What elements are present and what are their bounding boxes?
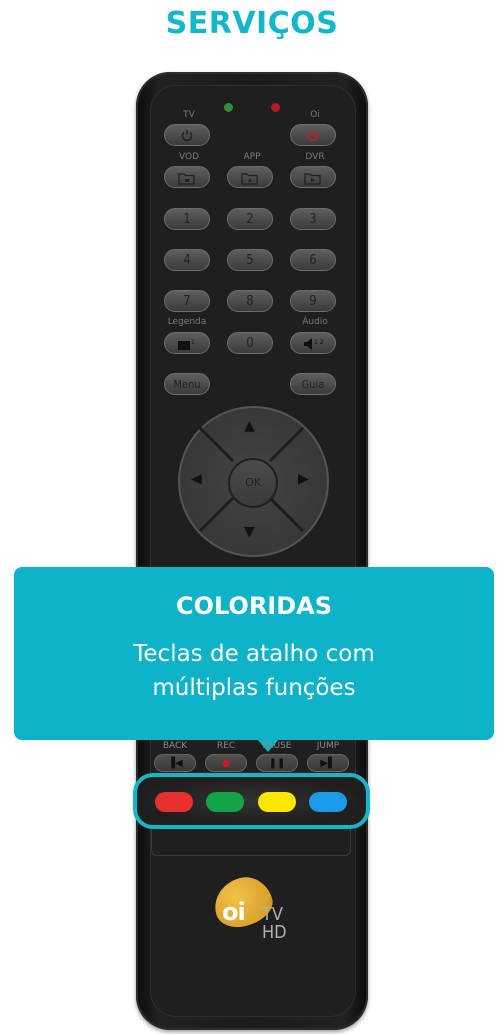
key-3[interactable]: 3 [290,208,336,230]
power-icon [181,130,193,142]
page-title: SERVIÇOS [165,6,339,41]
guia-button[interactable]: Guia [290,373,336,395]
key-8[interactable]: 8 [227,290,273,312]
ok-button[interactable]: OK [228,458,278,508]
key-7[interactable]: 7 [164,290,210,312]
vod-button[interactable] [164,166,210,188]
audio-button[interactable]: 1 2 [290,332,336,354]
svg-text:1 2: 1 2 [191,339,197,346]
folder-icon [178,173,195,185]
dvr-label: DVR [305,152,325,162]
arrow-up-button[interactable]: ▲ [244,418,255,434]
tooltip-line-1: Teclas de atalho com [133,641,375,667]
pause-label: PAUSE [262,741,292,751]
blue-key[interactable] [309,792,347,812]
key-6[interactable]: 6 [290,249,336,271]
key-9[interactable]: 9 [290,290,336,312]
menu-button[interactable]: Menu [164,373,210,395]
tooltip-line-2: múltiplas funções [152,675,356,701]
logo-brand: oi [222,898,246,926]
tv-power-button[interactable] [164,124,210,146]
back-button[interactable]: ▐◀ [154,754,196,772]
power-icon [307,130,319,142]
legenda-label: Legenda [167,317,207,327]
pause-button[interactable]: ❚❚ [256,754,298,772]
legenda-button[interactable]: 1 2 [164,332,210,354]
record-icon: ● [221,758,231,769]
pause-icon: ❚❚ [268,758,286,769]
arrow-left-button[interactable]: ◀ [191,471,202,487]
jump-button[interactable]: ▶▌ [307,754,349,772]
lower-panel-outline [151,829,351,856]
arrow-down-button[interactable]: ▼ [244,524,255,540]
audio-label: Áudio [302,317,328,327]
skip-back-icon: ▐◀ [167,758,183,769]
app-button[interactable] [227,166,273,188]
skip-forward-icon: ▶▌ [320,758,336,769]
subtitle-icon: 1 2 [178,339,201,350]
key-0[interactable]: 0 [227,332,273,354]
green-led-icon [224,103,233,112]
speaker-icon: 1 2 [304,338,324,350]
folder-icon [241,173,258,185]
tv-label: TV [183,110,195,120]
green-key[interactable] [206,792,244,812]
app-label: APP [243,152,261,162]
logo-tvhd: TV HD [262,906,287,942]
folder-icon [304,173,321,185]
key-1[interactable]: 1 [164,208,210,230]
yellow-key[interactable] [258,792,296,812]
dvr-button[interactable] [290,166,336,188]
red-led-icon [271,103,280,112]
rec-button[interactable]: ● [205,754,247,772]
key-4[interactable]: 4 [164,249,210,271]
jump-label: JUMP [316,741,340,751]
arrow-right-button[interactable]: ▶ [298,471,309,487]
rec-label: REC [216,741,236,751]
svg-text:1 2: 1 2 [314,339,324,346]
oi-power-button[interactable] [290,124,336,146]
key-5[interactable]: 5 [227,249,273,271]
vod-label: VOD [178,152,199,162]
tooltip-title: COLORIDAS [175,592,333,620]
logo-hd: HD [262,922,287,943]
red-key[interactable] [155,792,193,812]
key-2[interactable]: 2 [227,208,273,230]
oi-label: Oi [310,110,320,120]
back-label: BACK [162,741,188,751]
